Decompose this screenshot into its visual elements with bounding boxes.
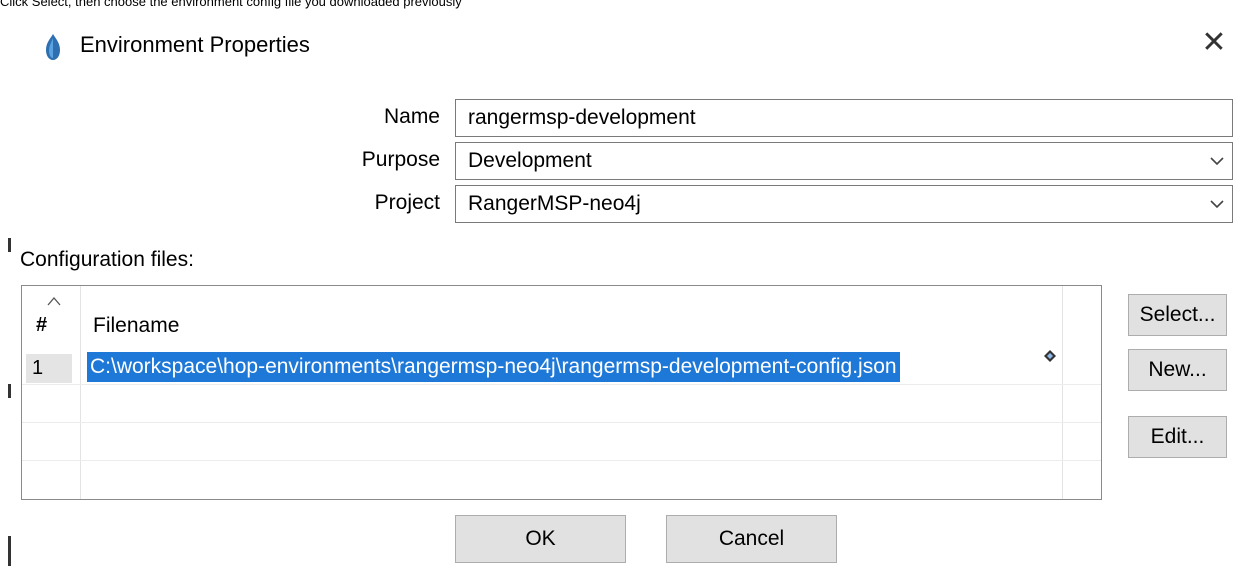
row-divider <box>22 460 1101 461</box>
window-edge-mark <box>8 238 11 252</box>
config-files-label: Configuration files: <box>20 248 194 271</box>
select-button[interactable]: Select... <box>1128 294 1227 336</box>
column-header-number[interactable]: # <box>36 314 47 337</box>
window-edge-mark <box>8 536 11 566</box>
column-separator <box>1062 286 1063 499</box>
column-header-filename[interactable]: Filename <box>93 314 179 338</box>
close-button[interactable]: ✕ <box>1196 26 1232 60</box>
edit-button[interactable]: Edit... <box>1128 416 1227 458</box>
variable-diamond-icon[interactable] <box>1044 350 1056 362</box>
chevron-down-icon <box>1210 157 1224 166</box>
new-button[interactable]: New... <box>1128 349 1227 391</box>
environment-properties-dialog: Environment Properties ✕ Name rangermsp-… <box>0 12 1235 566</box>
config-files-table[interactable]: # Filename 1 C:\workspace\hop-environmen… <box>21 285 1102 500</box>
purpose-select[interactable]: Development <box>455 142 1233 180</box>
name-label: Name <box>383 105 440 128</box>
purpose-label: Purpose <box>361 148 440 171</box>
filename-cell-selected[interactable]: C:\workspace\hop-environments\rangermsp-… <box>87 352 900 382</box>
hop-logo-icon <box>46 34 60 60</box>
project-value: RangerMSP-neo4j <box>468 192 641 215</box>
project-label: Project <box>374 191 440 214</box>
sort-ascending-icon <box>47 297 61 306</box>
row-divider <box>22 422 1101 423</box>
purpose-value: Development <box>468 149 592 172</box>
window-edge-mark <box>8 384 11 398</box>
name-field[interactable]: rangermsp-development <box>455 99 1233 137</box>
project-select[interactable]: RangerMSP-neo4j <box>455 185 1233 223</box>
column-separator <box>80 286 81 499</box>
name-value: rangermsp-development <box>468 106 696 129</box>
chevron-down-icon <box>1210 200 1224 209</box>
row-divider <box>22 384 1101 385</box>
row-number: 1 <box>26 354 72 383</box>
cancel-button[interactable]: Cancel <box>666 515 837 563</box>
ok-button[interactable]: OK <box>455 515 626 563</box>
dialog-title: Environment Properties <box>80 32 310 57</box>
caption-text: Click Select, then choose the environmen… <box>0 0 462 9</box>
